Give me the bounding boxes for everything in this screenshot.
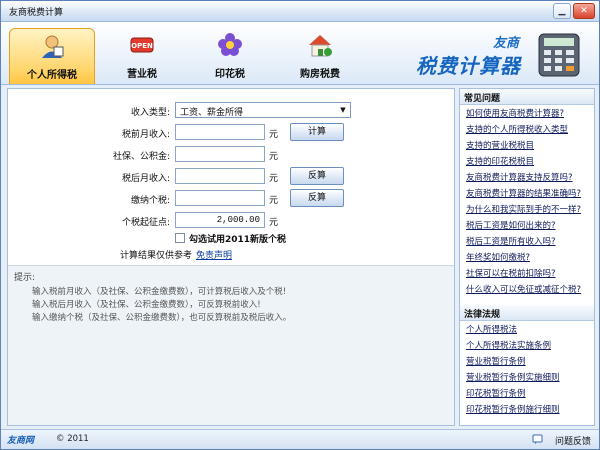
company-logo[interactable]: 友商网 <box>7 433 34 446</box>
unit-label: 元 <box>269 218 279 228</box>
tab-label: 购房税费 <box>300 69 340 80</box>
try-new-row: 勾选试用2011新版个税 <box>8 230 456 248</box>
brand-name-big: 税费计算器 <box>416 54 521 78</box>
copyright-text: © 2011 <box>56 434 89 444</box>
income-type-label: 收入类型: <box>130 108 170 118</box>
faq-link[interactable]: 为什么和我实际到手的不一样? <box>460 201 594 217</box>
tip-line: 输入税后月收入（及社保、公积金缴费数），可反算税前收入! <box>32 300 261 310</box>
pre-tax-row: 税前月收入: 元 计算 <box>8 123 456 142</box>
law-link[interactable]: 营业税暂行条例 <box>460 353 594 369</box>
brand-logo: 友商 税费计算器 <box>415 26 585 82</box>
tab-house-purchase-tax[interactable]: 购房税费 <box>277 28 363 84</box>
insurance-input[interactable] <box>175 146 265 162</box>
faq-link[interactable]: 友商税费计算器支持反算吗? <box>460 169 594 185</box>
unit-label: 元 <box>269 174 279 184</box>
tips-panel: 提示: 输入税前月收入（及社保、公积金缴费数），可计算税后收入及个税! 输入税后… <box>8 265 454 425</box>
faq-list: 如何使用友商税费计算器? 支持的个人所得税收入类型 支持的营业税税目 支持的印花… <box>460 105 594 297</box>
tips-title: 提示: <box>14 273 36 283</box>
try-new-checkbox[interactable] <box>175 233 185 243</box>
window-controls: ▁ ✕ <box>553 3 595 19</box>
minimize-button[interactable]: ▁ <box>553 3 571 19</box>
tab-label: 个人所得税 <box>27 70 77 81</box>
faq-link[interactable]: 友商税费计算器的结果准确吗? <box>460 185 594 201</box>
tab-personal-income-tax[interactable]: 个人所得税 <box>9 28 95 84</box>
tab-stamp-tax[interactable]: 印花税 <box>187 28 273 84</box>
tax-paid-input[interactable] <box>175 190 265 206</box>
tab-label: 印花税 <box>215 69 245 80</box>
laws-heading: 法律法规 <box>460 305 594 321</box>
laws-list: 个人所得税法 个人所得税法实施条例 营业税暂行条例 营业税暂行条例实施细则 印花… <box>460 321 594 417</box>
tip-line: 输入缴纳个税（及社保、公积金缴费数），也可反算税前及税后收入。 <box>32 313 292 323</box>
calculate-button[interactable]: 计算 <box>290 123 344 141</box>
insurance-row: 社保、公积金: 元 <box>8 146 456 164</box>
close-button[interactable]: ✕ <box>573 3 595 19</box>
feedback-icon[interactable] <box>532 434 543 445</box>
unit-label: 元 <box>269 196 279 206</box>
law-link[interactable]: 印花税暂行条例施行细则 <box>460 401 594 417</box>
tab-business-tax[interactable]: OPEN 营业税 <box>99 28 185 84</box>
threshold-input[interactable] <box>175 212 265 228</box>
result-note: 计算结果仅供参考 免责声明 <box>120 248 232 261</box>
unit-label: 元 <box>269 152 279 162</box>
status-bar: 友商网 © 2011 问题反馈 <box>1 429 599 449</box>
faq-link[interactable]: 支持的营业税税目 <box>460 137 594 153</box>
try-new-label[interactable]: 勾选试用2011新版个税 <box>189 232 286 245</box>
faq-link[interactable]: 支持的印花税税目 <box>460 153 594 169</box>
calculator-panel: 收入类型: 工资、薪金所得 ▼ 税前月收入: 元 计算 社保、公积金: 元 税后… <box>7 88 455 426</box>
law-link[interactable]: 印花税暂行条例 <box>460 385 594 401</box>
income-type-select[interactable]: 工资、薪金所得 ▼ <box>175 102 351 118</box>
tax-paid-row: 缴纳个税: 元 反算 <box>8 189 456 208</box>
note-text: 计算结果仅供参考 <box>120 251 193 261</box>
tip-line: 输入税前月收入（及社保、公积金缴费数），可计算税后收入及个税! <box>32 287 287 297</box>
house-icon <box>309 35 332 57</box>
calculator-icon <box>538 33 580 77</box>
svg-text:OPEN: OPEN <box>131 42 153 50</box>
app-window: 友商税费计算 ▁ ✕ 个人所得税 OPEN 营业税 印花税 购房税费 友商 税费… <box>0 0 600 450</box>
law-link[interactable]: 个人所得税法实施条例 <box>460 337 594 353</box>
law-link[interactable]: 个人所得税法 <box>460 321 594 337</box>
faq-link[interactable]: 如何使用友商税费计算器? <box>460 105 594 121</box>
faq-heading: 常见问题 <box>460 89 594 105</box>
after-tax-income-input[interactable] <box>175 168 265 184</box>
feedback-link[interactable]: 问题反馈 <box>555 434 591 447</box>
pre-tax-income-input[interactable] <box>175 124 265 140</box>
chevron-down-icon[interactable]: ▼ <box>337 104 349 116</box>
tax-paid-label: 缴纳个税: <box>130 196 170 206</box>
after-tax-label: 税后月收入: <box>121 174 170 184</box>
open-sign-icon: OPEN <box>130 37 154 53</box>
title-bar: 友商税费计算 ▁ ✕ <box>1 1 599 22</box>
reverse-calc-button[interactable]: 反算 <box>290 167 344 185</box>
income-type-value: 工资、薪金所得 <box>180 108 244 118</box>
window-title: 友商税费计算 <box>9 8 64 18</box>
reverse-calc-tax-button[interactable]: 反算 <box>290 189 344 207</box>
law-link[interactable]: 营业税暂行条例实施细则 <box>460 369 594 385</box>
disclaimer-link[interactable]: 免责声明 <box>196 251 232 261</box>
toolbar: 个人所得税 OPEN 营业税 印花税 购房税费 友商 税费计算器 <box>1 22 599 85</box>
tab-label: 营业税 <box>127 69 157 80</box>
faq-link[interactable]: 税后工资是如何出来的? <box>460 217 594 233</box>
after-tax-row: 税后月收入: 元 反算 <box>8 167 456 186</box>
person-tax-icon <box>42 35 64 58</box>
insurance-label: 社保、公积金: <box>112 152 170 162</box>
faq-link[interactable]: 年终奖如何缴税? <box>460 249 594 265</box>
brand-name-small: 友商 <box>492 36 519 51</box>
faq-link[interactable]: 支持的个人所得税收入类型 <box>460 121 594 137</box>
faq-link[interactable]: 税后工资是所有收入吗? <box>460 233 594 249</box>
threshold-row: 个税起征点: 元 <box>8 212 456 230</box>
unit-label: 元 <box>269 130 279 140</box>
pre-tax-label: 税前月收入: <box>121 130 170 140</box>
threshold-label: 个税起征点: <box>121 218 170 228</box>
faq-link[interactable]: 什么收入可以免征或减征个税? <box>460 281 594 297</box>
income-type-row: 收入类型: 工资、薪金所得 ▼ <box>8 102 456 120</box>
help-sidebar: 常见问题 如何使用友商税费计算器? 支持的个人所得税收入类型 支持的营业税税目 … <box>459 88 595 426</box>
sidebar-separator <box>460 297 594 305</box>
faq-link[interactable]: 社保可以在税前扣除吗? <box>460 265 594 281</box>
flower-icon <box>218 33 242 56</box>
